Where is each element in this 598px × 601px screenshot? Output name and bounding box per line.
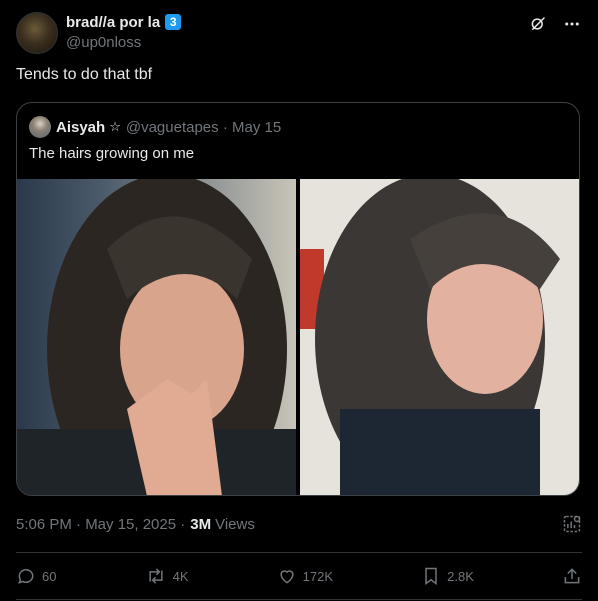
quoted-tweet[interactable]: Aisyah ☆ @vaguetapes · May 15 The hairs … <box>16 102 580 496</box>
bookmark-button[interactable]: 2.8K <box>421 566 474 586</box>
quote-handle-date: @vaguetapes · May 15 <box>125 118 282 136</box>
share-icon <box>564 568 580 584</box>
quote-header: Aisyah ☆ @vaguetapes · May 15 <box>29 115 281 139</box>
views-count: 3M <box>190 516 212 533</box>
author-display-name[interactable]: brad//a por la <box>66 14 160 31</box>
more-icon[interactable] <box>562 14 582 34</box>
bookmark-icon <box>425 567 437 585</box>
divider-top <box>16 552 582 553</box>
views-label: Views <box>215 516 255 533</box>
quote-avatar[interactable] <box>29 116 51 138</box>
reply-icon <box>18 569 34 584</box>
quote-photos <box>17 179 579 495</box>
repost-button[interactable]: 4K <box>145 566 189 586</box>
divider-bottom <box>16 599 582 600</box>
tweet-header: brad//a por la 3 @up0nloss <box>16 12 582 56</box>
action-bar: 60 4K 172K 2.8K <box>16 564 582 588</box>
tweet-text: Tends to do that tbf <box>16 66 153 83</box>
quote-text: The hairs growing on me <box>29 145 195 162</box>
quote-star: ☆ <box>109 119 121 134</box>
tweet: brad//a por la 3 @up0nloss Tends to do t… <box>0 0 598 601</box>
author-handle[interactable]: @up0nloss <box>66 34 181 51</box>
quote-display-name[interactable]: Aisyah <box>56 119 105 136</box>
analytics-icon[interactable] <box>562 514 582 539</box>
quote-photo-left[interactable] <box>17 179 296 495</box>
grok-icon[interactable] <box>528 14 548 34</box>
bookmark-count: 2.8K <box>447 568 474 584</box>
quote-photo-right[interactable] <box>300 179 579 495</box>
author-avatar[interactable] <box>16 12 58 54</box>
tweet-timestamp[interactable]: 5:06 PM · May 15, 2025 · <box>16 516 185 533</box>
author-names: brad//a por la 3 @up0nloss <box>66 12 182 56</box>
tweet-meta: 5:06 PM · May 15, 2025 · 3M Views <box>16 516 255 533</box>
heart-icon <box>280 570 294 584</box>
reply-button[interactable]: 60 <box>16 566 56 586</box>
repost-icon <box>149 568 163 584</box>
repost-count: 4K <box>172 568 189 584</box>
like-count: 172K <box>302 568 333 584</box>
reply-count: 60 <box>42 568 57 584</box>
like-button[interactable]: 172K <box>277 566 333 586</box>
author-badge: 3 <box>165 14 182 30</box>
share-button[interactable] <box>562 566 582 586</box>
